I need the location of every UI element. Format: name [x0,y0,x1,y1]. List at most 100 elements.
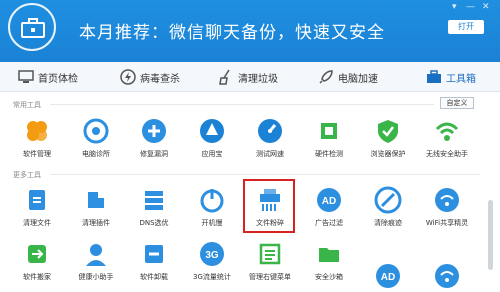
boot-slow-icon [198,186,226,214]
tool-ad-filter[interactable]: AD 广告过滤 [299,186,359,228]
wifi-shield-icon [433,117,461,145]
lightning-icon [120,69,136,85]
tool-ad-filter[interactable]: AD [358,262,418,292]
open-button[interactable]: 打开 [448,20,484,34]
nav-label: 工具箱 [446,73,476,85]
tool-label: 健康小助手 [78,273,114,281]
svg-text:3G: 3G [205,250,219,261]
tool-label: DNS选优 [139,219,169,227]
ad-filter-icon: AD [315,186,343,214]
app-store-icon [198,117,226,145]
tool-software-manager[interactable]: 软件管理 [7,117,67,159]
tool-label: 软件卸载 [140,273,168,281]
tool-label: 管理右键菜单 [249,273,291,281]
stethoscope-icon [82,117,110,145]
tool-context-menu[interactable]: 管理右键菜单 [240,240,300,282]
ad-filter-icon-2: AD [374,262,402,290]
uninstall-icon [140,240,168,268]
nav-item-speed-up[interactable]: 电脑加速 [318,62,378,92]
tool-stethoscope[interactable]: 电脑诊所 [66,117,126,159]
tool-plugin-clean[interactable]: 清理插件 [66,186,126,228]
monitor-icon [18,70,34,83]
shield-repair-icon [140,117,168,145]
nav-item-toolbox[interactable]: 工具箱 [426,62,476,92]
tool-label: 清理插件 [82,219,110,227]
highlight-box [243,179,295,233]
software-manager-icon [23,117,51,145]
nav-item-clean-junk[interactable]: 清理垃圾 [218,62,278,92]
browser-shield-icon [374,117,402,145]
tool-label: WiFi共享精灵 [425,219,469,227]
tool-label: 无线安全助手 [426,150,468,158]
nav-label: 清理垃圾 [238,73,278,85]
broom-icon [219,69,230,85]
tool-speedometer[interactable]: 测试网速 [240,117,300,159]
dns-icon [140,186,168,214]
minimize-icon[interactable]: — [466,2,475,12]
section-label-common: 常用工具 [13,101,41,109]
tool-app-store[interactable]: 应用宝 [182,117,242,159]
tool-label: 清除痕迹 [374,219,402,227]
nav-item-virus-scan[interactable]: 病毒查杀 [120,62,180,92]
tool-uninstall[interactable]: 软件卸载 [124,240,184,282]
skin-icon[interactable]: ▾ [452,2,457,12]
tool-wifi-share[interactable]: WiFi共享精灵 [417,186,477,228]
chip-icon [315,117,343,145]
tool-clean-file[interactable]: 清理文件 [7,186,67,228]
nav-label: 首页体检 [38,73,78,85]
svg-text:AD: AD [322,196,336,207]
tool-label: 3G流量统计 [193,273,231,281]
3g-traffic-icon: 3G [198,240,226,268]
tool-boot-slow[interactable]: 开机慢 [182,186,242,228]
tool-software-move[interactable]: 软件搬家 [7,240,67,282]
clean-file-icon [23,186,51,214]
tool-chip[interactable]: 硬件检测 [299,117,359,159]
main-nav: 首页体检 病毒查杀 清理垃圾 电脑加速 工具箱 [0,62,500,92]
tool-dns[interactable]: DNS选优 [124,186,184,228]
section-divider [50,104,434,105]
wifi-share-icon [433,186,461,214]
promo-banner: 本月推荐：微信聊天备份，快速又安全 打开 ▾ — ✕ [0,0,500,62]
section-label-more: 更多工具 [13,171,41,179]
tool-browser-shield[interactable]: 浏览器保护 [358,117,418,159]
tool-label: 开机慢 [201,219,223,227]
tool-label: 清理文件 [23,219,51,227]
rocket-icon [319,70,333,84]
tool-label: 测试网速 [256,150,284,158]
tool-label: 修复漏洞 [140,150,168,158]
health-helper-icon [82,240,110,268]
toolbox-icon [427,70,441,83]
nav-item-home-check[interactable]: 首页体检 [18,62,78,92]
context-menu-icon [256,240,284,268]
tool-health-helper[interactable]: 健康小助手 [66,240,126,282]
speedometer-icon [256,117,284,145]
customize-button[interactable]: 自定义 [440,97,474,109]
tool-erase-trace[interactable]: 清除痕迹 [358,186,418,228]
tool-label: 应用宝 [201,150,223,158]
tool-label: 浏览器保护 [370,150,406,158]
plugin-clean-icon [82,186,110,214]
nav-label: 病毒查杀 [140,73,180,85]
svg-text:AD: AD [381,272,395,283]
close-icon[interactable]: ✕ [482,2,490,12]
software-move-icon [23,240,51,268]
tool-3g-traffic[interactable]: 3G 3G流量统计 [182,240,242,282]
toolbox-logo-icon [8,3,56,51]
tool-label: 软件管理 [23,150,51,158]
wifi-icon-2 [433,262,461,290]
scrollbar[interactable] [488,200,493,270]
tool-wifi[interactable] [417,262,477,292]
tool-wifi-shield[interactable]: 无线安全助手 [417,117,477,159]
tool-shield-repair[interactable]: 修复漏洞 [124,117,184,159]
section-divider [50,174,480,175]
tool-label: 电脑诊所 [82,150,110,158]
tool-label: 软件搬家 [23,273,51,281]
erase-trace-icon [374,186,402,214]
banner-title: 本月推荐：微信聊天备份，快速又安全 [79,23,385,43]
tool-sandbox[interactable]: 安全沙箱 [299,240,359,282]
tool-label: 硬件检测 [315,150,343,158]
tool-label: 安全沙箱 [315,273,343,281]
tool-label: 广告过滤 [315,219,343,227]
sandbox-icon [315,240,343,268]
nav-label: 电脑加速 [338,73,378,85]
